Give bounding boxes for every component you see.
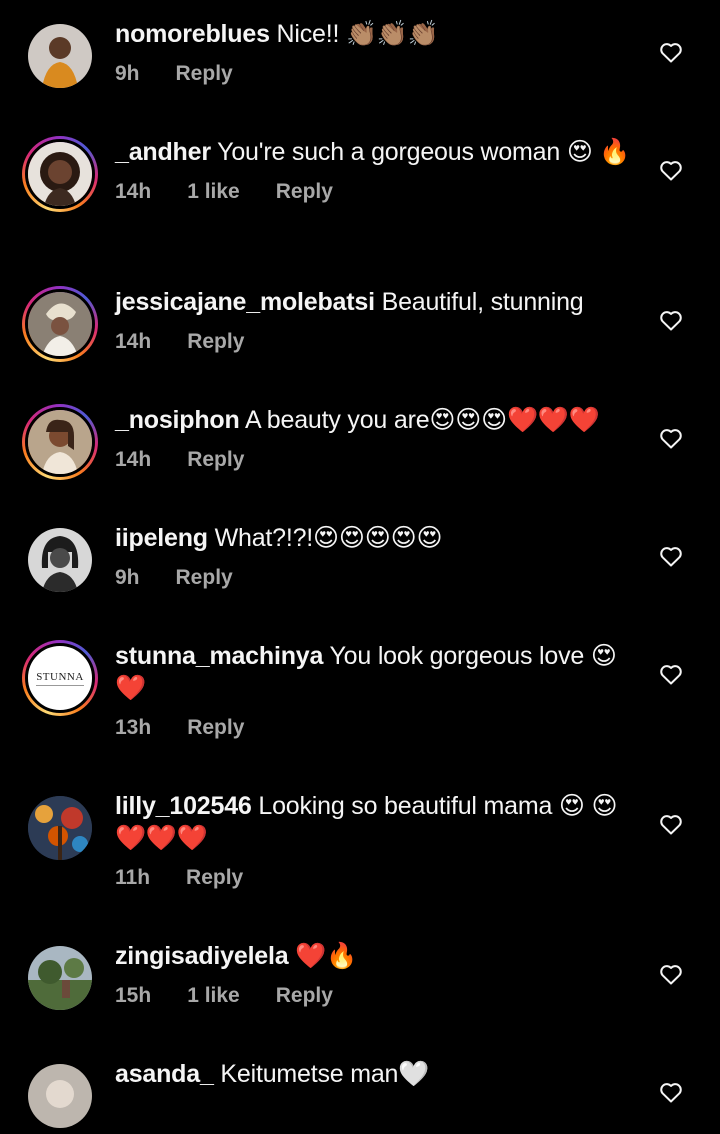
avatar[interactable] (22, 1058, 98, 1134)
avatar[interactable] (22, 286, 98, 362)
comment-text: _andher You're such a gorgeous woman 😍 🔥 (115, 136, 635, 168)
like-heart-icon[interactable] (659, 159, 683, 181)
comment-time: 13h (115, 716, 152, 739)
comment-message: Beautiful, stunning (374, 288, 584, 316)
stunna-logo: STUNNA (36, 671, 84, 686)
reply-button[interactable]: Reply (276, 180, 333, 204)
comment-time: 15h (115, 984, 152, 1007)
comment-time: 9h (115, 62, 140, 85)
like-heart-icon[interactable] (659, 309, 683, 331)
comment-text: lilly_102546 Looking so beautiful mama 😍… (115, 790, 635, 854)
reply-button[interactable]: Reply (176, 62, 233, 86)
comment-meta: 14h Reply (115, 330, 635, 354)
comment-likes[interactable]: 1 like (187, 180, 240, 204)
comment-message: ❤️🔥 (288, 942, 358, 970)
comment-username[interactable]: zingisadiyelela (115, 942, 289, 970)
comment-username[interactable]: iipeleng (115, 524, 208, 552)
avatar[interactable] (22, 404, 98, 480)
like-heart-icon[interactable] (659, 813, 683, 835)
comment-text: nomoreblues Nice!! 👏🏽👏🏽👏🏽 (115, 18, 635, 50)
reply-button[interactable]: Reply (187, 448, 244, 472)
avatar[interactable] (22, 940, 98, 1016)
comment-time: 14h (115, 448, 152, 471)
reply-button[interactable]: Reply (187, 330, 244, 354)
reply-button[interactable]: Reply (176, 566, 233, 590)
comment-message: A beauty you are😍😍😍❤️❤️❤️ (239, 406, 600, 434)
comment-message: Nice!! 👏🏽👏🏽👏🏽 (269, 20, 439, 48)
comment-message: Keitumetse man🤍 (213, 1060, 430, 1088)
comment-meta: 9h Reply (115, 566, 635, 590)
comment-text: jessicajane_molebatsi Beautiful, stunnin… (115, 286, 635, 318)
comment-text: _nosiphon A beauty you are😍😍😍❤️❤️❤️ (115, 404, 635, 436)
comment-username[interactable]: lilly_102546 (115, 792, 252, 820)
like-heart-icon[interactable] (659, 963, 683, 985)
comment-username[interactable]: jessicajane_molebatsi (115, 288, 375, 316)
avatar[interactable] (22, 790, 98, 866)
comment-username[interactable]: nomoreblues (115, 20, 270, 48)
comment-username[interactable]: _andher (115, 138, 211, 166)
avatar[interactable]: STUNNA (22, 640, 98, 716)
comment-meta: 14h 1 like Reply (115, 180, 635, 204)
comment-text: stunna_machinya You look gorgeous love 😍… (115, 640, 635, 704)
comment-meta: 9h Reply (115, 62, 635, 86)
comment-message: You're such a gorgeous woman 😍 🔥 (210, 138, 631, 166)
avatar[interactable] (22, 136, 98, 212)
comment-likes[interactable]: 1 like (187, 984, 240, 1008)
comment-time: 9h (115, 566, 140, 589)
like-heart-icon[interactable] (659, 41, 683, 63)
like-heart-icon[interactable] (659, 427, 683, 449)
comment-username[interactable]: stunna_machinya (115, 642, 323, 670)
avatar[interactable] (22, 18, 98, 94)
comment-username[interactable]: _nosiphon (115, 406, 240, 434)
comment-time: 11h (115, 866, 151, 889)
comment-message: What?!?!😍😍😍😍😍 (207, 524, 443, 552)
reply-button[interactable]: Reply (276, 984, 333, 1008)
reply-button[interactable]: Reply (186, 866, 243, 890)
comment-meta: 13h Reply (115, 716, 635, 740)
comment-text: iipeleng What?!?!😍😍😍😍😍 (115, 522, 635, 554)
comment-meta: 11h Reply (115, 866, 635, 890)
reply-button[interactable]: Reply (187, 716, 244, 740)
like-heart-icon[interactable] (659, 663, 683, 685)
comment-text: asanda_ Keitumetse man🤍 (115, 1058, 635, 1090)
comment-meta: 14h Reply (115, 448, 635, 472)
comment-text: zingisadiyelela ❤️🔥 (115, 940, 635, 972)
comment-time: 14h (115, 330, 152, 353)
like-heart-icon[interactable] (659, 545, 683, 567)
like-heart-icon[interactable] (659, 1081, 683, 1103)
comment-meta: 15h 1 like Reply (115, 984, 635, 1008)
comment-time: 14h (115, 180, 152, 203)
avatar[interactable] (22, 522, 98, 598)
comment-username[interactable]: asanda_ (115, 1060, 214, 1088)
